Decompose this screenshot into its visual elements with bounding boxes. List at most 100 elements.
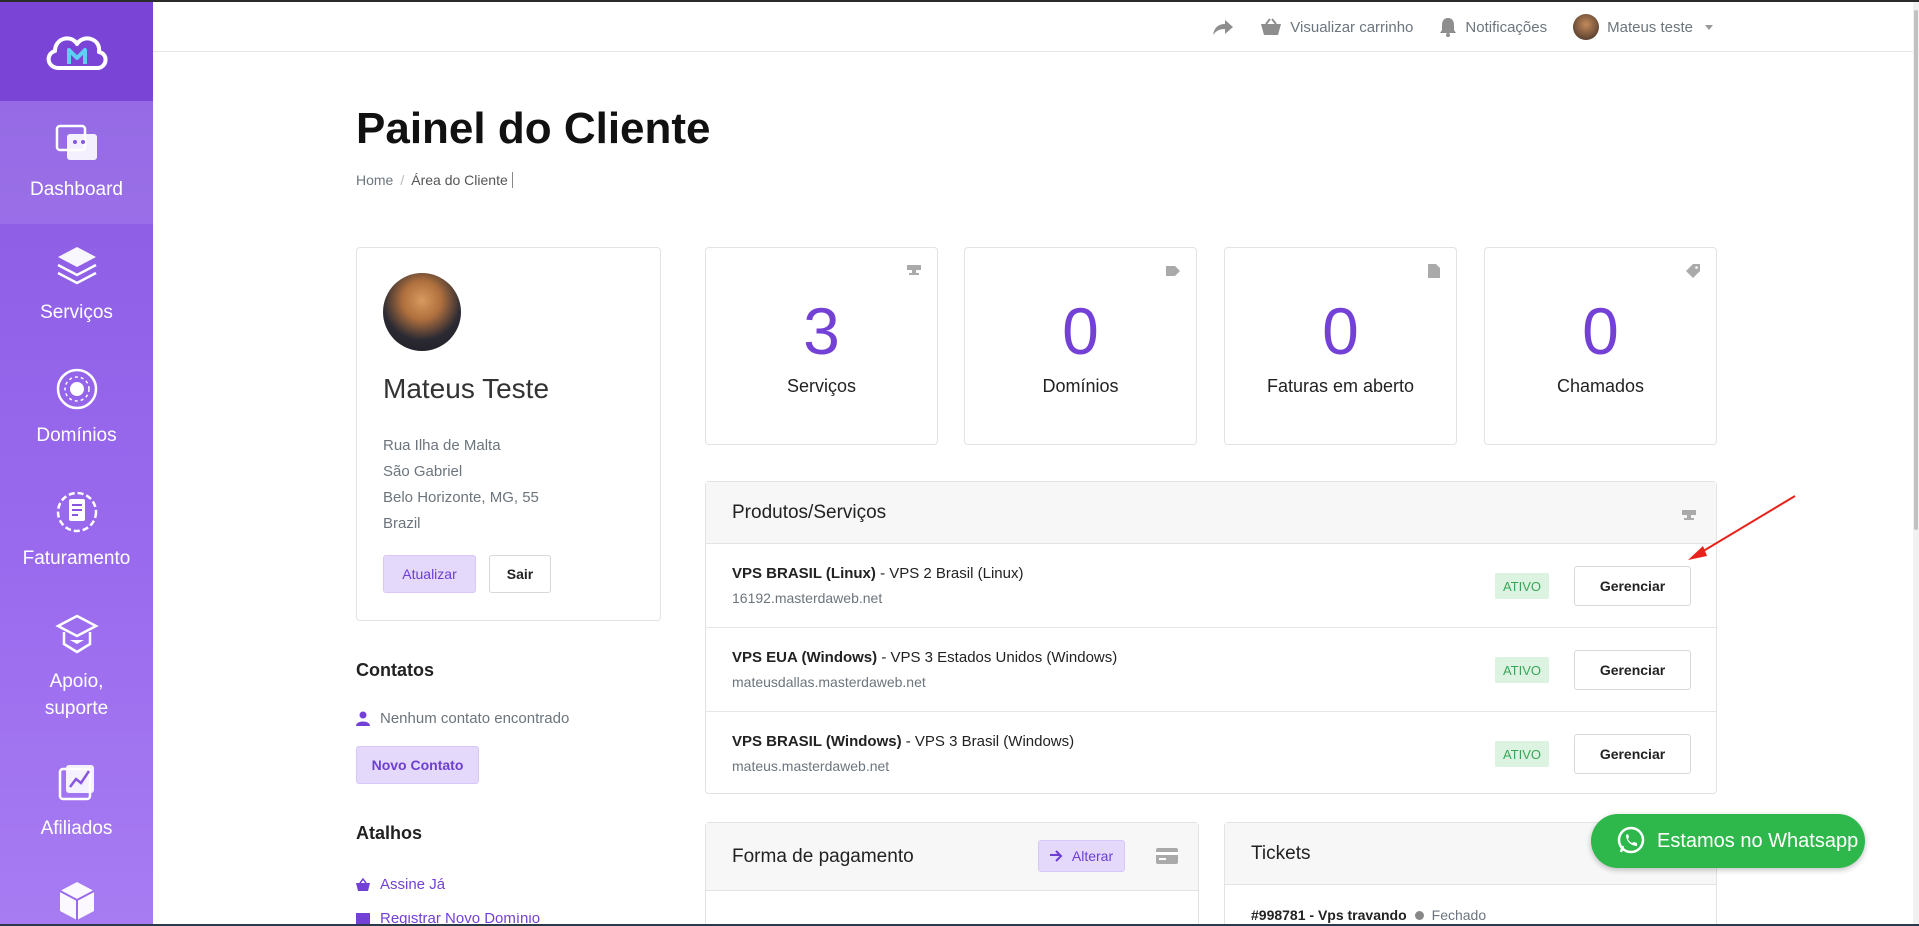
product-title: VPS BRASIL (Linux)	[732, 565, 876, 582]
shortcut-register-domain[interactable]: Registrar Novo Domínio	[356, 913, 540, 924]
cloud-logo-icon	[46, 35, 107, 70]
new-contact-button[interactable]: Novo Contato	[356, 746, 479, 784]
product-plan: - VPS 3 Estados Unidos (Windows)	[877, 649, 1118, 666]
share-arrow-icon	[1213, 20, 1234, 35]
product-title: VPS BRASIL (Windows)	[732, 733, 902, 750]
address-line: Belo Horizonte, MG, 55	[383, 489, 539, 506]
shortcut-subscribe[interactable]: Assine Já	[356, 876, 445, 893]
payment-header: Forma de pagamento Alterar	[706, 823, 1198, 891]
sidebar-item-label-line1: Apoio,	[49, 671, 104, 692]
sidebar-item-domains[interactable]: Domínios	[0, 347, 153, 470]
payment-method-panel: Forma de pagamento Alterar	[705, 822, 1199, 926]
stat-label: Faturas em aberto	[1266, 376, 1415, 396]
breadcrumb-current: Área do Cliente	[411, 172, 513, 188]
notifications-link[interactable]: Notificações	[1439, 17, 1547, 37]
arrow-right-icon	[1049, 850, 1063, 862]
page-title: Painel do Cliente	[356, 104, 711, 153]
product-host: 16192.masterdaweb.net	[732, 590, 883, 606]
sidebar-item-dashboard[interactable]: Dashboard	[0, 101, 153, 224]
products-title: Produtos/Serviços	[732, 501, 887, 523]
status-badge: ATIVO	[1495, 573, 1549, 599]
profile-name: Mateus Teste	[383, 373, 550, 404]
stat-label: Serviços	[786, 376, 857, 396]
stat-card-services[interactable]: 3 Serviços	[705, 247, 938, 445]
chevron-down-icon	[1705, 24, 1713, 30]
product-row[interactable]: VPS BRASIL (Windows) - VPS 3 Brasil (Win…	[706, 712, 1716, 796]
address-line: São Gabriel	[383, 463, 463, 480]
product-host: mateusdallas.masterdaweb.net	[732, 674, 926, 690]
product-row[interactable]: VPS BRASIL (Linux) - VPS 2 Brasil (Linux…	[706, 544, 1716, 628]
ticket-subject: #998781 - Vps travando	[1251, 907, 1407, 923]
credit-card-icon	[1156, 848, 1178, 870]
tag-icon	[1166, 264, 1180, 282]
status-badge: ATIVO	[1495, 657, 1549, 683]
breadcrumb-home[interactable]: Home	[356, 172, 393, 188]
stat-value: 0	[1062, 294, 1099, 368]
shortcuts-title: Atalhos	[356, 823, 423, 843]
affiliates-icon	[52, 757, 102, 807]
basket-icon	[356, 878, 370, 891]
products-panel: Produtos/Serviços VPS BRASIL (Linux) - V…	[705, 481, 1717, 794]
server-icon	[1682, 506, 1696, 528]
sidebar-item-billing[interactable]: Faturamento	[0, 470, 153, 593]
user-menu[interactable]: Mateus teste	[1573, 14, 1713, 40]
billing-icon	[52, 487, 102, 537]
sidebar-item-affiliates[interactable]: Afiliados	[0, 743, 153, 866]
manage-button[interactable]: Gerenciar	[1574, 734, 1691, 774]
sidebar-item-label: Dashboard	[30, 179, 123, 200]
dashboard-icon	[52, 118, 102, 168]
sidebar-item-label-line2: suporte	[44, 698, 109, 719]
domains-icon	[52, 364, 102, 414]
change-payment-label: Alterar	[1071, 848, 1114, 864]
update-profile-button[interactable]: Atualizar	[383, 555, 476, 593]
brand-logo[interactable]	[0, 2, 153, 101]
product-name: VPS BRASIL (Linux) - VPS 2 Brasil (Linux…	[732, 565, 1023, 582]
stat-value: 0	[1582, 294, 1619, 368]
address-line: Rua Ilha de Malta	[383, 437, 501, 454]
topbar-actions: Visualizar carrinho Notificações Mateus …	[1212, 2, 1713, 52]
product-title: VPS EUA (Windows)	[732, 649, 878, 666]
share-button[interactable]	[1212, 18, 1234, 36]
whatsapp-label: Estamos no Whatsapp	[1657, 829, 1859, 852]
manage-button[interactable]: Gerenciar	[1574, 566, 1691, 606]
sidebar-item-label: Serviços	[40, 302, 113, 323]
product-row[interactable]: VPS EUA (Windows) - VPS 3 Estados Unidos…	[706, 628, 1716, 712]
product-name: VPS EUA (Windows) - VPS 3 Estados Unidos…	[732, 649, 1117, 666]
sidebar-item-support[interactable]: Apoio, suporte	[0, 593, 153, 743]
sidebar-item-label: Domínios	[36, 425, 117, 446]
scrollbar-thumb[interactable]	[1914, 10, 1918, 530]
user-name: Mateus teste	[1607, 18, 1693, 36]
profile-avatar	[383, 273, 461, 351]
whatsapp-chat-button[interactable]: Estamos no Whatsapp	[1591, 814, 1865, 868]
stat-card-invoices[interactable]: 0 Faturas em aberto	[1224, 247, 1457, 445]
cart-label: Visualizar carrinho	[1290, 18, 1414, 36]
stat-card-tickets[interactable]: 0 Chamados	[1484, 247, 1717, 445]
support-icon	[52, 610, 102, 660]
logout-button[interactable]: Sair	[489, 555, 551, 593]
bell-icon	[1440, 18, 1457, 37]
status-badge: ATIVO	[1495, 741, 1549, 767]
stat-label: Domínios	[1042, 376, 1119, 396]
manage-button[interactable]: Gerenciar	[1574, 650, 1691, 690]
whatsapp-icon	[1617, 826, 1645, 854]
server-icon	[907, 264, 921, 282]
sidebar-item-more[interactable]	[0, 866, 153, 924]
product-host: mateus.masterdaweb.net	[732, 758, 890, 774]
stat-label: Chamados	[1556, 376, 1645, 396]
user-icon	[356, 711, 370, 726]
change-payment-button[interactable]: Alterar	[1038, 840, 1125, 872]
stat-value: 3	[803, 294, 840, 368]
stat-card-domains[interactable]: 0 Domínios	[964, 247, 1197, 445]
cube-icon	[52, 876, 102, 924]
sidebar-item-label: Faturamento	[22, 548, 131, 569]
status-dot	[1414, 910, 1424, 920]
ticket-row[interactable]: #998781 - Vps travando Fechado	[1251, 907, 1486, 923]
top-navbar: Visualizar carrinho Notificações Mateus …	[153, 2, 1913, 52]
view-cart-link[interactable]: Visualizar carrinho	[1260, 18, 1413, 36]
no-contact-text: Nenhum contato encontrado	[380, 710, 570, 727]
profile-address: Rua Ilha de Malta São Gabriel Belo Horiz…	[383, 433, 539, 537]
shortcut-label: Assine Já	[380, 876, 446, 893]
payment-title: Forma de pagamento	[732, 845, 914, 867]
product-plan: - VPS 2 Brasil (Linux)	[875, 565, 1024, 582]
sidebar-item-services[interactable]: Serviços	[0, 224, 153, 347]
